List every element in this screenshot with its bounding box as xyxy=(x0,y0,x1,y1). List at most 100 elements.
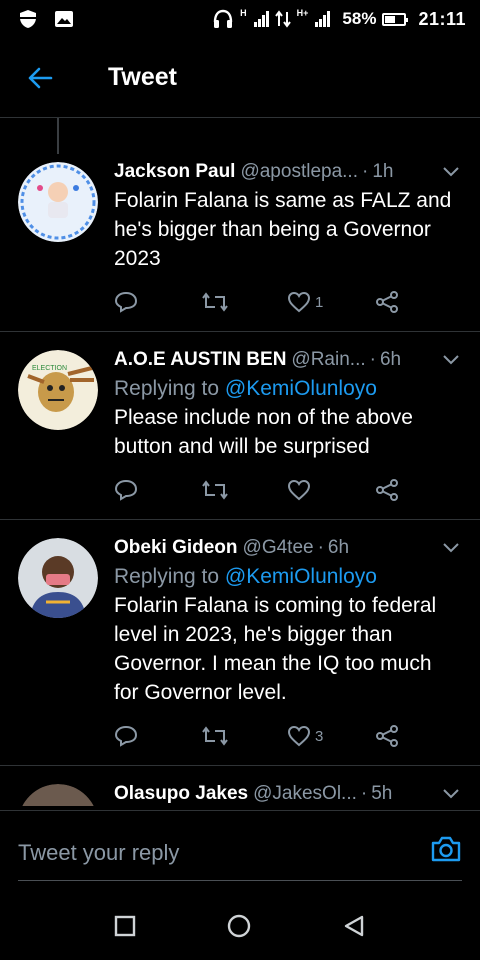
like-button[interactable] xyxy=(287,479,374,501)
replying-to: Replying to @KemiOlunloyo xyxy=(114,374,460,403)
tweet-text-line: he's bigger than being a Governor xyxy=(114,218,431,241)
retweet-icon xyxy=(201,480,228,500)
camera-icon xyxy=(431,836,461,862)
system-nav-bar xyxy=(0,896,480,960)
mention-link[interactable]: @KemiOlunloyo xyxy=(225,565,377,588)
reply-icon xyxy=(114,725,138,747)
tweet-actions xyxy=(114,467,460,519)
tweet-text-line: Folarin Falana is same as FALZ and xyxy=(114,189,452,212)
reply-placeholder: Tweet your reply xyxy=(18,839,180,865)
like-button[interactable]: 3 xyxy=(287,725,374,747)
tweet-actions: 3 xyxy=(114,713,460,765)
tweet-text-line: Governor. I mean the IQ too much xyxy=(114,652,432,675)
author-handle[interactable]: @apostlepa... xyxy=(240,158,358,186)
replying-to-label: Replying to xyxy=(114,565,225,588)
avatar[interactable] xyxy=(18,162,98,242)
author-handle[interactable]: @Rain... xyxy=(291,346,365,374)
more-options-button[interactable] xyxy=(434,346,460,374)
mention-link[interactable]: @KemiOlunloyo xyxy=(225,377,377,400)
back-button[interactable] xyxy=(0,38,80,118)
author-name[interactable]: Olasupo Jakes xyxy=(114,780,248,806)
share-button[interactable] xyxy=(374,724,461,748)
more-options-button[interactable] xyxy=(434,780,460,806)
tweet-text: Please include non of the above button a… xyxy=(114,403,460,461)
more-options-button[interactable] xyxy=(434,534,460,562)
avatar[interactable]: ELECTION xyxy=(18,350,98,430)
svg-text:ELECTION: ELECTION xyxy=(32,365,67,372)
data-transfer-icon xyxy=(274,10,291,28)
retweet-button[interactable] xyxy=(201,725,288,747)
retweet-button[interactable] xyxy=(201,479,288,501)
tweet[interactable]: Jackson Paul @apostlepa... · 1h Folarin … xyxy=(0,128,480,332)
tweet-text-line: Please include non of the above xyxy=(114,406,413,429)
tweet-text: Folarin Falana is same as FALZ and he's … xyxy=(114,186,460,273)
network-type-1: H xyxy=(240,7,247,18)
retweet-icon xyxy=(201,292,228,312)
battery-percent: 58% xyxy=(342,9,377,28)
share-button[interactable] xyxy=(374,478,461,502)
tweet-time[interactable]: 1h xyxy=(372,158,393,186)
tweet-text-line: Folarin Falana is coming to federal xyxy=(114,594,437,617)
home-button[interactable] xyxy=(226,913,252,944)
replying-to-label: Replying to xyxy=(114,377,225,400)
like-count: 1 xyxy=(315,293,324,311)
avatar[interactable] xyxy=(18,538,98,618)
author-name[interactable]: Jackson Paul xyxy=(114,158,235,186)
author-handle[interactable]: @JakesOl... xyxy=(253,780,357,806)
arrow-left-icon xyxy=(28,67,53,88)
tweet[interactable]: ELECTION A.O.E AUSTIN BEN @Rain... · 6h … xyxy=(0,332,480,520)
heart-icon xyxy=(287,725,311,747)
tweet-text-line: button and will be surprised xyxy=(114,435,370,458)
reply-button[interactable] xyxy=(114,479,201,501)
page-title: Tweet xyxy=(108,63,177,91)
signal-icon-2 xyxy=(315,11,331,27)
camera-button[interactable] xyxy=(430,835,462,868)
top-app-bar: Tweet xyxy=(0,38,480,118)
tweet[interactable]: Olasupo Jakes @JakesOl... · 5h xyxy=(0,766,480,806)
tweet-time[interactable]: 6h xyxy=(328,534,349,562)
square-icon xyxy=(114,915,136,936)
author-name[interactable]: A.O.E AUSTIN BEN xyxy=(114,346,286,374)
tweet[interactable]: Obeki Gideon @G4tee · 6h Replying to @Ke… xyxy=(0,520,480,766)
battery-icon xyxy=(382,12,409,26)
signal-icon-1 xyxy=(253,11,269,27)
share-button[interactable] xyxy=(374,290,461,314)
like-button[interactable]: 1 xyxy=(287,291,374,313)
share-icon xyxy=(375,291,398,313)
chevron-down-icon xyxy=(443,167,459,177)
reply-icon xyxy=(114,479,138,501)
tweet-actions: 1 xyxy=(114,279,460,331)
more-options-button[interactable] xyxy=(434,158,460,186)
tweet-text: Folarin Falana is coming to federal leve… xyxy=(114,591,460,707)
retweet-button[interactable] xyxy=(201,291,288,313)
headphones-icon xyxy=(213,9,233,28)
replying-to: Replying to @KemiOlunloyo xyxy=(114,562,460,591)
reply-input[interactable]: Tweet your reply xyxy=(18,825,462,881)
reply-feed[interactable]: Jackson Paul @apostlepa... · 1h Folarin … xyxy=(0,118,480,810)
chevron-down-icon xyxy=(443,789,459,799)
author-handle[interactable]: @G4tee xyxy=(243,534,314,562)
tweet-text-line: 2023 xyxy=(114,247,161,270)
reply-button[interactable] xyxy=(114,291,201,313)
tweet-text-line: for Governor level. xyxy=(114,681,287,704)
system-back-button[interactable] xyxy=(342,914,366,943)
tweet-text-line: level in 2023, he's bigger than xyxy=(114,623,393,646)
previous-tweet-actions-edge xyxy=(0,118,480,154)
status-bar: H H+ 58% 21:11 xyxy=(0,0,480,38)
tweet-time[interactable]: 6h xyxy=(380,346,401,374)
network-type-2: H+ xyxy=(296,7,309,18)
chevron-down-icon xyxy=(443,543,459,553)
share-icon xyxy=(375,725,398,747)
heart-icon xyxy=(287,291,311,313)
shield-icon xyxy=(20,10,36,28)
tweet-time[interactable]: 5h xyxy=(371,780,392,806)
recents-button[interactable] xyxy=(114,915,136,942)
circle-icon xyxy=(227,914,251,937)
clock: 21:11 xyxy=(418,8,466,29)
share-icon xyxy=(375,479,398,501)
chevron-down-icon xyxy=(443,355,459,365)
reply-button[interactable] xyxy=(114,725,201,747)
author-name[interactable]: Obeki Gideon xyxy=(114,534,238,562)
avatar[interactable] xyxy=(18,784,98,806)
reply-icon xyxy=(114,291,138,313)
